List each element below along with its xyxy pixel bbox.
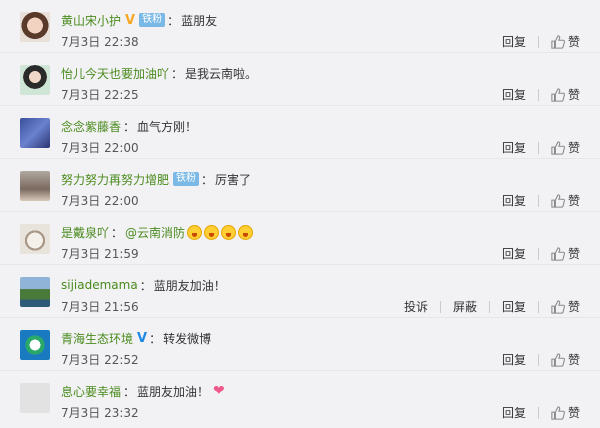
comment-text: 厉害了 — [215, 172, 252, 187]
comment-list: 黄山宋小护 V 铁粉 ： 蓝朋友 7月3日 22:38 回复 赞 怡儿今天也要加… — [0, 0, 600, 424]
like-label: 赞 — [567, 88, 580, 102]
comment-item: 青海生态环境 V ： 转发微博 7月3日 22:52 回复 赞 — [0, 318, 600, 371]
reply-button[interactable]: 回复 — [490, 351, 538, 368]
thumbs-up-icon — [551, 34, 565, 49]
verified-v-icon: V — [137, 330, 148, 346]
like-button[interactable]: 赞 — [539, 86, 580, 103]
comment-time: 7月3日 21:59 — [61, 247, 139, 261]
avatar[interactable] — [20, 12, 50, 42]
thumbs-up-icon — [551, 299, 565, 314]
avatar[interactable] — [20, 171, 50, 201]
colon-separator: ： — [139, 278, 152, 293]
heart-emoji-icon: ❤ — [213, 383, 225, 399]
comment-time: 7月3日 22:00 — [61, 141, 139, 155]
mention-link[interactable]: @云南消防 — [125, 224, 185, 241]
like-button[interactable]: 赞 — [539, 404, 580, 421]
verified-v-icon: V — [125, 12, 136, 28]
like-label: 赞 — [567, 35, 580, 49]
reply-button[interactable]: 回复 — [490, 139, 538, 156]
comment-item: sijiademama ： 蓝朋友加油！ 7月3日 21:56 投诉 屏蔽 回复… — [0, 265, 600, 318]
like-label: 赞 — [567, 194, 580, 208]
like-label: 赞 — [567, 406, 580, 420]
avatar[interactable] — [20, 118, 50, 148]
comment-item: 黄山宋小护 V 铁粉 ： 蓝朋友 7月3日 22:38 回复 赞 — [0, 0, 600, 53]
like-label: 赞 — [567, 353, 580, 367]
reply-button[interactable]: 回复 — [490, 33, 538, 50]
colon-separator: ： — [123, 119, 136, 134]
like-button[interactable]: 赞 — [539, 351, 580, 368]
colon-separator: ： — [171, 66, 184, 81]
thumbs-up-icon — [551, 87, 565, 102]
avatar[interactable] — [20, 277, 50, 307]
reply-button[interactable]: 回复 — [490, 245, 538, 262]
username[interactable]: 黄山宋小护 — [61, 12, 121, 29]
comment-text: 蓝朋友加油！ — [137, 384, 210, 399]
thumbs-up-icon — [551, 193, 565, 208]
reply-button[interactable]: 回复 — [490, 298, 538, 315]
comment-time: 7月3日 23:32 — [61, 406, 139, 420]
comment-item: 息心要幸福 ： 蓝朋友加油！ ❤ 7月3日 23:32 回复 赞 — [0, 371, 600, 424]
like-label: 赞 — [567, 247, 580, 261]
thumbs-up-icon — [551, 352, 565, 367]
crying-face-emoji-icon — [187, 224, 203, 240]
thumbs-up-icon — [551, 140, 565, 155]
thumbs-up-icon — [551, 405, 565, 420]
comment-item: 努力努力再努力增肥 铁粉 ： 厉害了 7月3日 22:00 回复 赞 — [0, 159, 600, 212]
like-button[interactable]: 赞 — [539, 245, 580, 262]
like-button[interactable]: 赞 — [539, 33, 580, 50]
username[interactable]: sijiademama — [61, 278, 138, 292]
like-button[interactable]: 赞 — [539, 192, 580, 209]
like-button[interactable]: 赞 — [539, 139, 580, 156]
username[interactable]: 努力努力再努力增肥 — [61, 171, 169, 188]
thumbs-up-icon — [551, 246, 565, 261]
avatar[interactable] — [20, 65, 50, 95]
block-button[interactable]: 屏蔽 — [441, 298, 489, 315]
report-button[interactable]: 投诉 — [392, 298, 440, 315]
reply-button[interactable]: 回复 — [490, 86, 538, 103]
comment-text: 血气方刚！ — [137, 119, 198, 134]
username[interactable]: 青海生态环境 — [61, 330, 133, 347]
crying-face-emoji-icon — [238, 224, 254, 240]
comment-time: 7月3日 22:38 — [61, 35, 139, 49]
like-button[interactable]: 赞 — [539, 298, 580, 315]
like-label: 赞 — [567, 300, 580, 314]
like-label: 赞 — [567, 141, 580, 155]
fans-badge: 铁粉 — [173, 172, 200, 186]
username[interactable]: 是戴泉吖 — [61, 224, 109, 241]
crying-face-emoji-icon — [204, 224, 220, 240]
username[interactable]: 念念紫藤香 — [61, 118, 121, 135]
colon-separator: ： — [111, 225, 124, 240]
avatar[interactable] — [20, 330, 50, 360]
username[interactable]: 怡儿今天也要加油吖 — [61, 65, 169, 82]
comment-item: 是戴泉吖 ： @云南消防 7月3日 21:59 回复 赞 — [0, 212, 600, 265]
colon-separator: ： — [123, 384, 136, 399]
comment-time: 7月3日 21:56 — [61, 300, 139, 314]
comment-item: 念念紫藤香 ： 血气方刚！ 7月3日 22:00 回复 赞 — [0, 106, 600, 159]
comment-text: 转发微博 — [163, 331, 212, 346]
comment-text: 蓝朋友 — [181, 13, 218, 28]
comment-text: 是我云南啦。 — [185, 66, 258, 81]
colon-separator: ： — [167, 13, 180, 28]
reply-button[interactable]: 回复 — [490, 404, 538, 421]
avatar[interactable] — [20, 383, 50, 413]
username[interactable]: 息心要幸福 — [61, 383, 121, 400]
fans-badge: 铁粉 — [139, 13, 166, 27]
comment-time: 7月3日 22:25 — [61, 88, 139, 102]
comment-time: 7月3日 22:00 — [61, 194, 139, 208]
avatar[interactable] — [20, 224, 50, 254]
crying-face-emoji-icon — [221, 224, 237, 240]
colon-separator: ： — [201, 172, 214, 187]
colon-separator: ： — [149, 331, 162, 346]
comment-text: 蓝朋友加油！ — [153, 278, 226, 293]
comment-item: 怡儿今天也要加油吖 ： 是我云南啦。 7月3日 22:25 回复 赞 — [0, 53, 600, 106]
comment-time: 7月3日 22:52 — [61, 353, 139, 367]
reply-button[interactable]: 回复 — [490, 192, 538, 209]
